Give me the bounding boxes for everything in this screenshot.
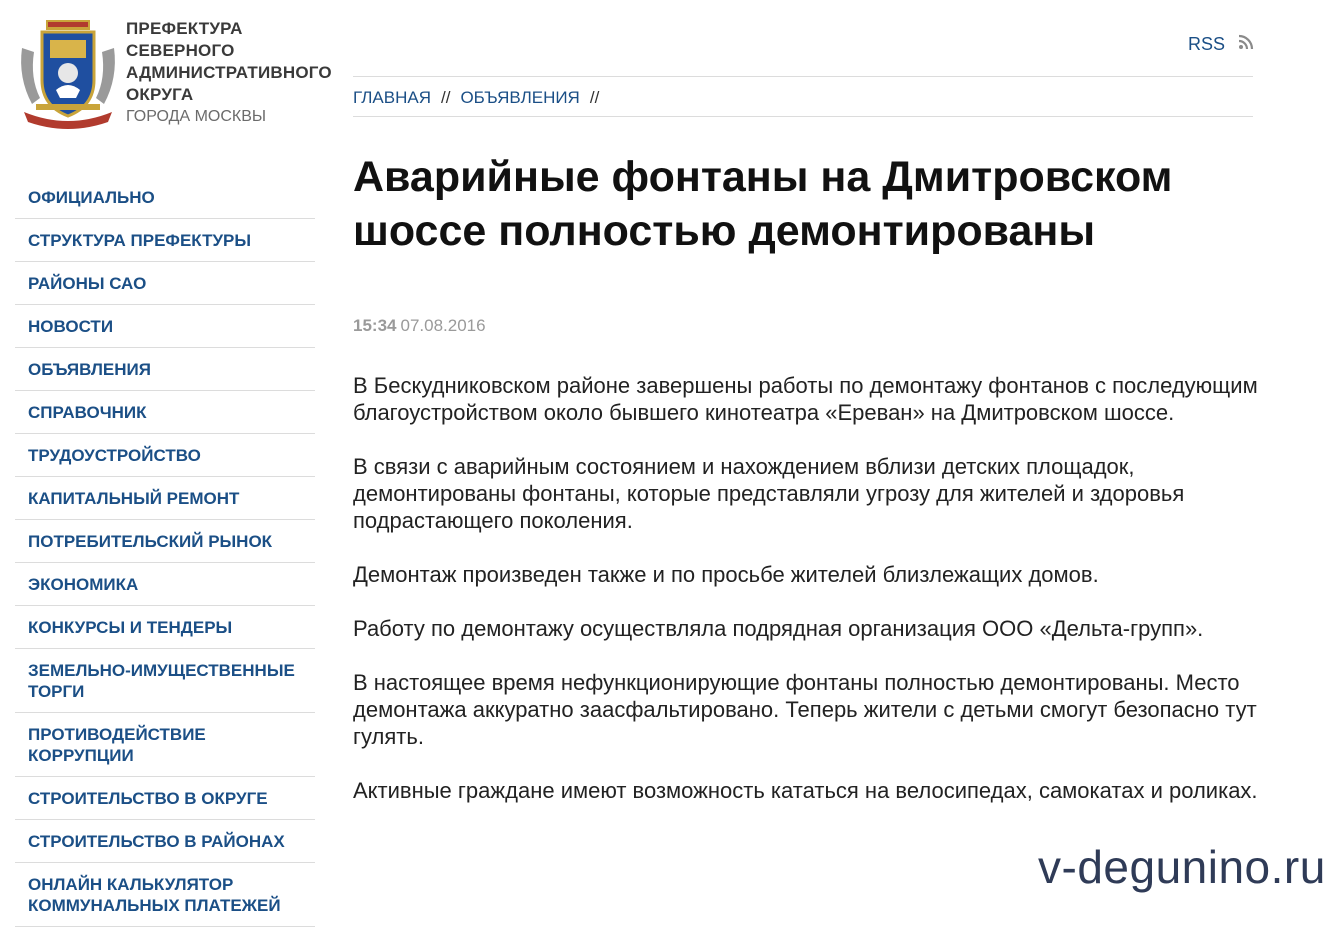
breadcrumb-separator: // — [589, 88, 600, 107]
nav-item-consumer-market[interactable]: ПОТРЕБИТЕЛЬСКИЙ РЫНОК — [15, 520, 315, 563]
article-datetime: 15:34 07.08.2016 — [353, 316, 486, 336]
org-name: ПРЕФЕКТУРА СЕВЕРНОГО АДМИНИСТРАТИВНОГО О… — [126, 18, 332, 106]
nav-item-directory[interactable]: СПРАВОЧНИК — [15, 391, 315, 434]
article-body: В Бескудниковском районе завершены работ… — [353, 372, 1258, 831]
article-time: 15:34 — [353, 316, 397, 335]
nav-item-construction-district[interactable]: СТРОИТЕЛЬСТВО В ОКРУГЕ — [15, 777, 315, 820]
nav-item-employment[interactable]: ТРУДОУСТРОЙСТВО — [15, 434, 315, 477]
breadcrumb-divider — [353, 116, 1253, 117]
nav-item-construction-areas[interactable]: СТРОИТЕЛЬСТВО В РАЙОНАХ — [15, 820, 315, 863]
breadcrumb-home[interactable]: ГЛАВНАЯ — [353, 88, 431, 107]
breadcrumb: ГЛАВНАЯ // ОБЪЯВЛЕНИЯ // — [353, 88, 609, 108]
article-title: Аварийные фонтаны на Дмитровском шоссе п… — [353, 153, 1173, 255]
rss-link[interactable]: RSS — [1188, 34, 1225, 55]
nav-item-news[interactable]: НОВОСТИ — [15, 305, 315, 348]
nav-item-capital-repair[interactable]: КАПИТАЛЬНЫЙ РЕМОНТ — [15, 477, 315, 520]
org-name-line: СЕВЕРНОГО — [126, 41, 235, 60]
article-paragraph: В связи с аварийным состоянием и нахожде… — [353, 454, 1185, 533]
nav-item-anti-corruption[interactable]: ПРОТИВОДЕЙСТВИЕ КОРРУПЦИИ — [15, 713, 315, 777]
article-paragraph: Работу по демонтажу осуществляла подрядн… — [353, 616, 1204, 641]
nav-item-land-auctions[interactable]: ЗЕМЕЛЬНО-ИМУЩЕСТВЕННЫЕ ТОРГИ — [15, 649, 315, 713]
nav-item-utility-calculator[interactable]: ОНЛАЙН КАЛЬКУЛЯТОР КОММУНАЛЬНЫХ ПЛАТЕЖЕЙ — [15, 863, 315, 927]
org-subtitle: ГОРОДА МОСКВЫ — [126, 108, 267, 125]
org-name-line: ПРЕФЕКТУРА — [126, 19, 243, 38]
article-paragraph: Активные граждане имеют возможность ката… — [353, 778, 1258, 803]
org-name-line: ОКРУГА — [126, 85, 194, 104]
breadcrumb-separator: // — [440, 88, 451, 107]
article-paragraph: Демонтаж произведен также и по просьбе ж… — [353, 562, 1099, 587]
site-logo[interactable]: ПРЕФЕКТУРА СЕВЕРНОГО АДМИНИСТРАТИВНОГО О… — [14, 14, 332, 134]
article-date: 07.08.2016 — [400, 316, 486, 335]
article-paragraph: В настоящее время нефункционирующие фонт… — [353, 670, 1257, 749]
article-paragraph: В Бескудниковском районе завершены работ… — [353, 373, 1258, 425]
coat-of-arms-icon — [21, 20, 115, 129]
nav-item-districts[interactable]: РАЙОНЫ САО — [15, 262, 315, 305]
breadcrumb-announcements[interactable]: ОБЪЯВЛЕНИЯ — [460, 88, 579, 107]
rss-icon[interactable] — [1238, 34, 1254, 50]
org-name-line: АДМИНИСТРАТИВНОГО — [126, 63, 332, 82]
nav-item-announcements[interactable]: ОБЪЯВЛЕНИЯ — [15, 348, 315, 391]
nav-item-prefecture-structure[interactable]: СТРУКТУРА ПРЕФЕКТУРЫ — [15, 219, 315, 262]
header-divider — [353, 76, 1253, 77]
nav-item-tenders[interactable]: КОНКУРСЫ И ТЕНДЕРЫ — [15, 606, 315, 649]
sidebar-nav: ОФИЦИАЛЬНО СТРУКТУРА ПРЕФЕКТУРЫ РАЙОНЫ С… — [15, 176, 315, 927]
nav-item-economy[interactable]: ЭКОНОМИКА — [15, 563, 315, 606]
watermark: v-degunino.ru — [1038, 840, 1326, 894]
nav-item-official[interactable]: ОФИЦИАЛЬНО — [15, 176, 315, 219]
